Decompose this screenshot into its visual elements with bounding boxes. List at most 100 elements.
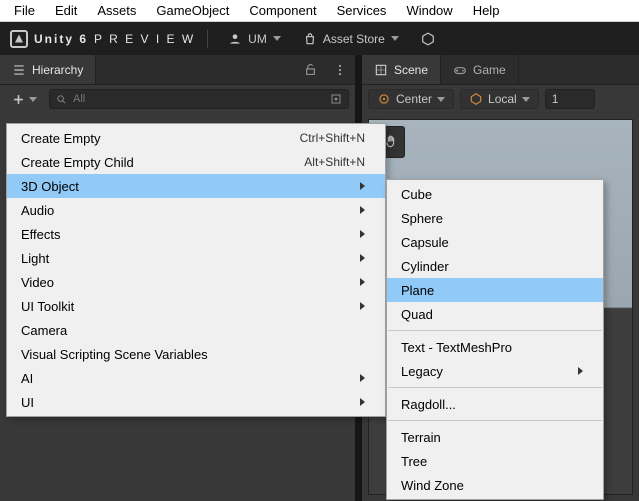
ctx-item-text-textmeshpro[interactable]: Text - TextMeshPro — [387, 335, 603, 359]
ctx-item-cylinder[interactable]: Cylinder — [387, 254, 603, 278]
search-icon — [56, 94, 67, 105]
os-menubar: File Edit Assets GameObject Component Se… — [0, 0, 639, 22]
ctx-item-label: Plane — [401, 283, 434, 298]
ctx-item-sphere[interactable]: Sphere — [387, 206, 603, 230]
ctx-item-legacy[interactable]: Legacy — [387, 359, 603, 383]
tool-pivot-dropdown[interactable]: Center — [368, 89, 454, 109]
ctx-item-label: Light — [21, 251, 49, 266]
ctx-item-create-empty[interactable]: Create EmptyCtrl+Shift+N — [7, 126, 385, 150]
ctx-item-label: Cube — [401, 187, 432, 202]
ctx-item-ragdoll-[interactable]: Ragdoll... — [387, 392, 603, 416]
ctx-item-label: Cylinder — [401, 259, 449, 274]
ctx-item-label: Video — [21, 275, 54, 290]
tabstrip-row: Hierarchy Scene Game — [0, 55, 639, 85]
create-dropdown[interactable] — [6, 91, 43, 108]
tab-scene[interactable]: Scene — [362, 55, 441, 84]
divider — [207, 30, 208, 48]
hierarchy-search[interactable] — [49, 89, 349, 109]
account-label: UM — [248, 32, 267, 46]
ctx-item-audio[interactable]: Audio — [7, 198, 385, 222]
menu-item[interactable]: Window — [396, 1, 462, 20]
ctx-item-shortcut: Alt+Shift+N — [304, 155, 365, 169]
ctx-item-3d-object[interactable]: 3D Object — [7, 174, 385, 198]
ctx-item-label: Terrain — [401, 430, 441, 445]
chevron-right-icon — [360, 206, 365, 214]
menu-item[interactable]: GameObject — [146, 1, 239, 20]
ctx-item-wind-zone[interactable]: Wind Zone — [387, 473, 603, 497]
chevron-right-icon — [360, 374, 365, 382]
ctx-item-label: Wind Zone — [401, 478, 464, 493]
chevron-down-icon — [29, 97, 37, 102]
product-edition: P R E V I E W — [94, 32, 195, 46]
menu-separator — [388, 420, 602, 421]
search-input[interactable] — [73, 93, 324, 105]
chevron-down-icon — [391, 36, 399, 41]
tab-label: Scene — [394, 63, 428, 77]
menu-item[interactable]: Component — [239, 1, 326, 20]
editor-top-toolbar: Unity 6 P R E V I E W UM Asset Store — [0, 22, 639, 55]
ctx-item-video[interactable]: Video — [7, 270, 385, 294]
scene-icon — [374, 63, 388, 77]
menu-item[interactable]: Assets — [87, 1, 146, 20]
plus-icon — [12, 93, 25, 106]
ctx-item-label: Camera — [21, 323, 67, 338]
ctx-item-camera[interactable]: Camera — [7, 318, 385, 342]
ctx-item-label: Effects — [21, 227, 61, 242]
ctx-item-ai[interactable]: AI — [7, 366, 385, 390]
tab-hierarchy[interactable]: Hierarchy — [0, 55, 96, 84]
panel-divider[interactable] — [355, 85, 362, 113]
product-name: Unity 6 — [34, 32, 88, 46]
ctx-item-ui[interactable]: UI — [7, 390, 385, 414]
ctx-item-tree[interactable]: Tree — [387, 449, 603, 473]
chevron-right-icon — [360, 278, 365, 286]
ctx-item-label: AI — [21, 371, 33, 386]
chevron-right-icon — [578, 367, 583, 375]
ctx-item-label: 3D Object — [21, 179, 79, 194]
chevron-down-icon — [273, 36, 281, 41]
chevron-down-icon — [437, 97, 445, 102]
ctx-item-light[interactable]: Light — [7, 246, 385, 270]
grid-snap-value[interactable]: 1 — [545, 89, 595, 109]
menu-item[interactable]: Edit — [45, 1, 87, 20]
package-manager-button[interactable] — [413, 29, 443, 49]
user-icon — [228, 32, 242, 46]
menu-separator — [388, 330, 602, 331]
search-options-icon[interactable] — [330, 93, 342, 105]
chevron-down-icon — [522, 97, 530, 102]
pivot-icon — [377, 92, 391, 106]
account-dropdown[interactable]: UM — [220, 29, 289, 49]
ctx-item-label: Tree — [401, 454, 427, 469]
ctx-item-label: Text - TextMeshPro — [401, 340, 512, 355]
ctx-item-quad[interactable]: Quad — [387, 302, 603, 326]
ctx-item-terrain[interactable]: Terrain — [387, 425, 603, 449]
asset-store-dropdown[interactable]: Asset Store — [295, 29, 407, 49]
create-context-menu: Create EmptyCtrl+Shift+NCreate Empty Chi… — [6, 123, 386, 417]
menu-separator — [388, 387, 602, 388]
lock-button[interactable] — [296, 55, 325, 84]
tab-options[interactable] — [325, 55, 355, 84]
tab-game[interactable]: Game — [441, 55, 519, 84]
local-space-icon — [469, 92, 483, 106]
tool-space-dropdown[interactable]: Local — [460, 89, 539, 109]
menu-item[interactable]: File — [4, 1, 45, 20]
chevron-right-icon — [360, 182, 365, 190]
ctx-item-ui-toolkit[interactable]: UI Toolkit — [7, 294, 385, 318]
ctx-item-label: Legacy — [401, 364, 443, 379]
ctx-item-visual-scripting-scene-variables[interactable]: Visual Scripting Scene Variables — [7, 342, 385, 366]
ctx-item-effects[interactable]: Effects — [7, 222, 385, 246]
ctx-item-capsule[interactable]: Capsule — [387, 230, 603, 254]
ctx-item-label: UI — [21, 395, 34, 410]
panel-divider[interactable] — [355, 55, 362, 85]
package-icon — [421, 32, 435, 46]
bag-icon — [303, 32, 317, 46]
ctx-item-create-empty-child[interactable]: Create Empty Child Alt+Shift+N — [7, 150, 385, 174]
scene-toolbar: Center Local 1 — [362, 85, 639, 113]
ctx-item-label: Audio — [21, 203, 54, 218]
ctx-item-shortcut: Ctrl+Shift+N — [300, 131, 365, 145]
menu-item[interactable]: Services — [327, 1, 397, 20]
ctx-item-label: Create Empty Child — [21, 155, 134, 170]
tab-label: Hierarchy — [32, 63, 83, 77]
menu-item[interactable]: Help — [463, 1, 510, 20]
ctx-item-cube[interactable]: Cube — [387, 182, 603, 206]
ctx-item-plane[interactable]: Plane — [387, 278, 603, 302]
